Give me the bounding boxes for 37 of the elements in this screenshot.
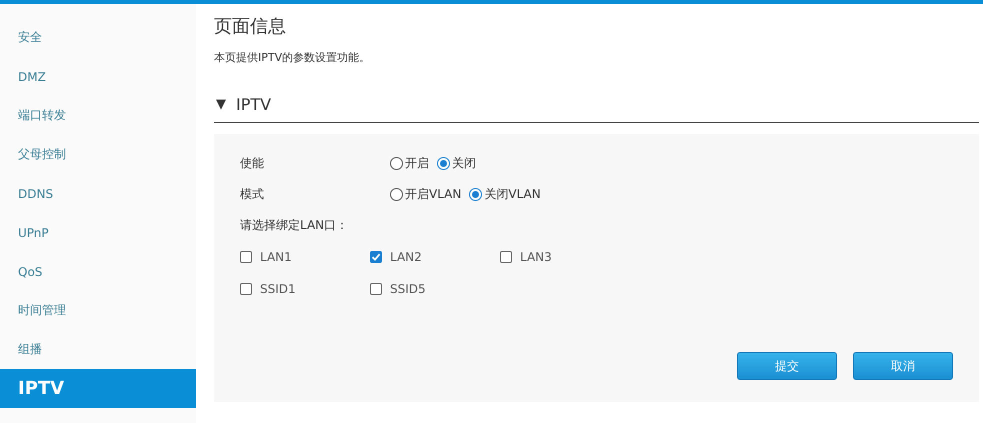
lan-prompt: 请选择绑定LAN口：: [240, 217, 348, 234]
radio-icon[interactable]: [437, 157, 450, 170]
sidebar-item[interactable]: 时间管理: [0, 291, 196, 330]
checkbox-icon[interactable]: [500, 251, 512, 263]
sidebar-item[interactable]: 父母控制: [0, 135, 196, 174]
port-checkbox[interactable]: LAN3: [500, 250, 630, 264]
collapse-toggle[interactable]: ▼: [216, 97, 226, 112]
sidebar-item[interactable]: 组播: [0, 330, 196, 369]
section-title: IPTV: [236, 95, 272, 114]
radio-option[interactable]: 关闭VLAN: [469, 186, 541, 203]
checkbox-icon[interactable]: [370, 251, 382, 263]
sidebar-item[interactable]: DMZ: [0, 57, 196, 96]
radio-option[interactable]: 开启: [390, 155, 429, 172]
field-label: 使能: [240, 155, 265, 172]
page-description: 本页提供IPTV的参数设置功能。: [214, 50, 372, 65]
sidebar-item[interactable]: UPnP: [0, 213, 196, 252]
checkbox-icon[interactable]: [240, 251, 252, 263]
radio-icon[interactable]: [390, 157, 403, 170]
port-checkbox[interactable]: LAN1: [240, 250, 370, 264]
sidebar-item[interactable]: QoS: [0, 252, 196, 291]
page-title: 页面信息: [214, 15, 287, 38]
submit-button[interactable]: 提交: [737, 352, 837, 380]
field-label: 模式: [240, 186, 265, 203]
cancel-button[interactable]: 取消: [853, 352, 953, 380]
sidebar-item[interactable]: IPTV: [0, 369, 196, 408]
radio-icon[interactable]: [469, 188, 482, 201]
port-checkbox[interactable]: SSID5: [370, 282, 500, 296]
sidebar-item[interactable]: 端口转发: [0, 96, 196, 135]
port-checkbox[interactable]: LAN2: [370, 250, 500, 264]
radio-icon[interactable]: [390, 188, 403, 201]
radio-option[interactable]: 关闭: [437, 155, 476, 172]
sidebar-item[interactable]: 安全: [0, 18, 196, 57]
port-checkbox[interactable]: SSID1: [240, 282, 370, 296]
sidebar-item[interactable]: DDNS: [0, 174, 196, 213]
radio-option[interactable]: 开启VLAN: [390, 186, 462, 203]
checkbox-icon[interactable]: [370, 283, 382, 295]
checkbox-icon[interactable]: [240, 283, 252, 295]
